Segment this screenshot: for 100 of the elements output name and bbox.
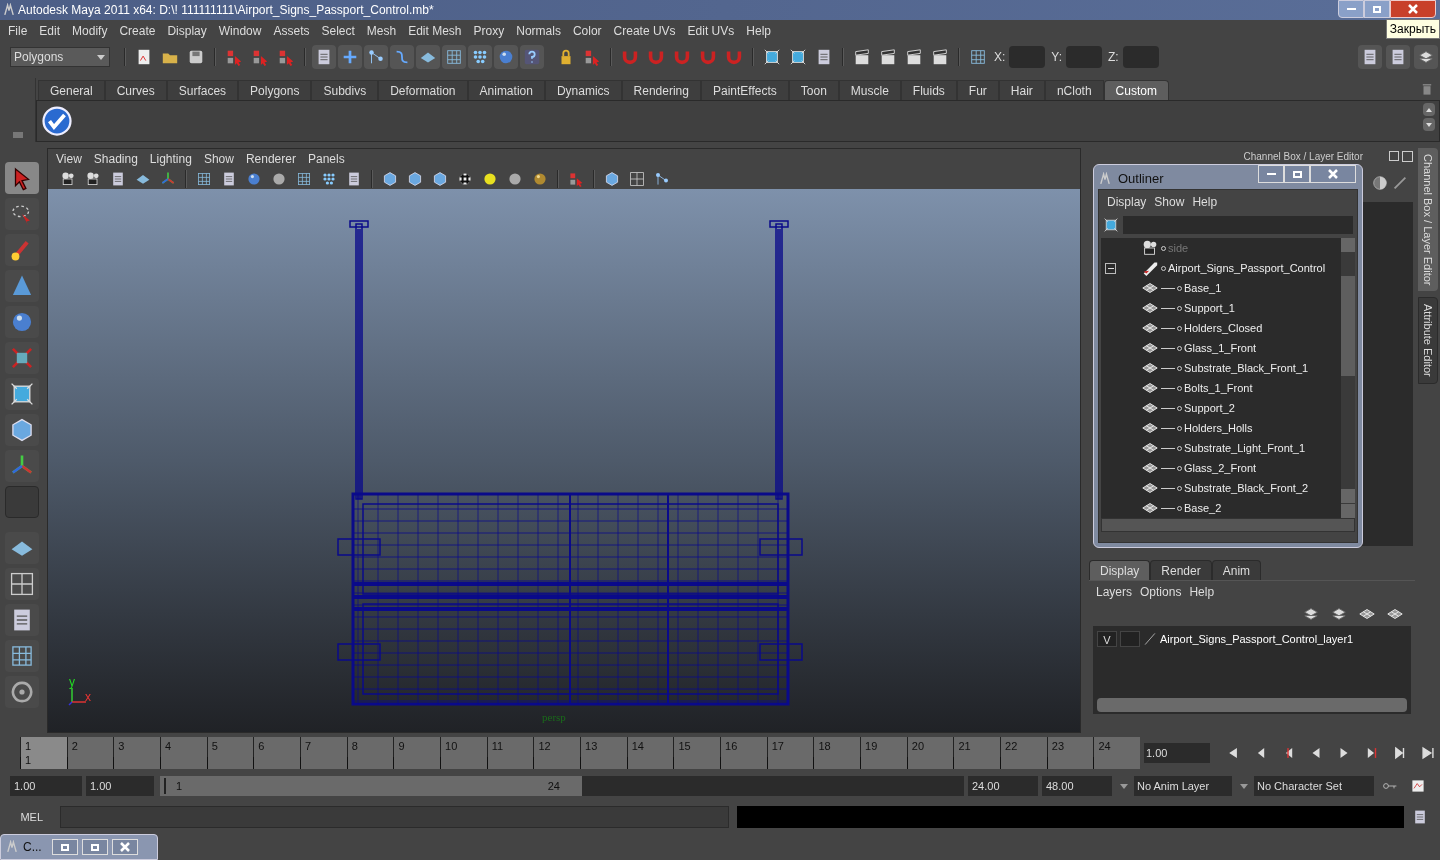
layer-editor-tab[interactable]: Display <box>1089 560 1151 580</box>
nodes-button[interactable] <box>364 45 388 69</box>
time-slider[interactable]: 1 1 2 3 4 5 6 7 8 9 10 11 12 13 14 15 16 17 18 19 20 21 22 23 24 <box>20 737 1140 769</box>
layer-name[interactable]: Airport_Signs_Passport_Control_layer1 <box>1160 630 1354 648</box>
shelf-tab[interactable]: Polygons <box>238 80 312 100</box>
sphere-button[interactable] <box>494 45 518 69</box>
minimize-button[interactable] <box>1338 0 1364 18</box>
menu-item[interactable]: Edit <box>33 22 67 40</box>
panel-menu-item[interactable]: View <box>50 150 88 168</box>
layers-button[interactable] <box>1414 45 1438 69</box>
menu-item[interactable]: Create <box>113 22 162 40</box>
menu-item[interactable]: Select <box>315 22 361 40</box>
panel-menu-item[interactable]: Lighting <box>143 150 198 168</box>
shelf-menu-handle[interactable] <box>12 132 23 138</box>
dropdown[interactable]: No Anim Layer <box>1134 776 1232 796</box>
coordinate-field[interactable] <box>1009 46 1046 68</box>
plus-button[interactable] <box>338 45 362 69</box>
mode-dropdown[interactable]: Polygons <box>10 47 110 67</box>
plane-button[interactable] <box>5 532 39 564</box>
menu-item[interactable]: Help <box>740 22 777 40</box>
time-field[interactable]: 1.00 <box>86 776 154 796</box>
close-button[interactable] <box>1390 0 1436 18</box>
menu-item[interactable]: Color <box>566 22 608 40</box>
shelf-tab[interactable]: PaintEffects <box>700 80 789 100</box>
close-button[interactable] <box>1310 165 1356 183</box>
dropdown[interactable]: No Character Set <box>1254 776 1374 796</box>
current-time-field[interactable]: 1.00 <box>1144 743 1210 763</box>
close-button[interactable] <box>111 839 138 855</box>
curve-button[interactable] <box>390 45 414 69</box>
menu-item[interactable]: Edit UVs <box>681 22 741 40</box>
frame-button[interactable] <box>5 378 39 410</box>
shelf-tab[interactable]: Fluids <box>900 80 957 100</box>
brush-button[interactable] <box>5 234 39 266</box>
panel-menu-item[interactable]: Show <box>197 150 240 168</box>
panel-menu-item[interactable]: Display <box>1103 193 1151 211</box>
menu-item[interactable]: Edit Mesh <box>402 22 468 40</box>
arrow-button[interactable] <box>5 162 39 194</box>
outliner-item[interactable]: Support_1 <box>1184 299 1235 317</box>
float-button[interactable] <box>1389 151 1399 161</box>
restore-button[interactable] <box>51 839 78 855</box>
shelf-tab[interactable]: Subdivs <box>311 80 379 100</box>
panel-menu-item[interactable]: Layers <box>1092 582 1137 601</box>
shelf-tab[interactable]: Curves <box>104 80 167 100</box>
box-button[interactable] <box>5 342 39 374</box>
grid-button[interactable] <box>442 45 466 69</box>
grid-button[interactable] <box>5 640 39 672</box>
menu-item[interactable]: File <box>2 22 34 40</box>
menu-item[interactable]: Create UVs <box>607 22 682 40</box>
menu-item[interactable]: Assets <box>267 22 316 40</box>
layer-editor-tab[interactable]: Render <box>1150 560 1212 580</box>
display-type-toggle[interactable] <box>1120 631 1140 647</box>
menu-item[interactable]: Normals <box>510 22 567 40</box>
layer-editor-tab[interactable]: Anim <box>1211 560 1262 580</box>
help-button[interactable] <box>520 45 544 69</box>
time-field[interactable]: 1.00 <box>10 776 82 796</box>
shelf-tab[interactable]: Fur <box>956 80 999 100</box>
outliner-item[interactable]: Holders_Closed <box>1184 319 1263 337</box>
maximize-button[interactable] <box>1284 165 1310 183</box>
list-button[interactable] <box>1358 45 1382 69</box>
minimized-window[interactable]: C... <box>0 834 158 860</box>
minimize-button[interactable] <box>1258 165 1284 183</box>
panel-menu-item[interactable]: Renderer <box>239 150 302 168</box>
menu-item[interactable]: Display <box>161 22 213 40</box>
command-language-label[interactable]: MEL <box>8 808 56 826</box>
panel-menu-item[interactable]: Shading <box>87 150 144 168</box>
shelf-tab[interactable]: Deformation <box>378 80 468 100</box>
filter-field[interactable] <box>1123 216 1353 234</box>
shelf-tab[interactable]: Muscle <box>838 80 901 100</box>
restore-button[interactable] <box>1364 0 1390 18</box>
outliner-item[interactable]: Base_2 <box>1184 499 1222 517</box>
shelf-scroll-up-button[interactable] <box>1423 103 1435 116</box>
lasso-button[interactable] <box>5 198 39 230</box>
coordinate-field[interactable] <box>1122 46 1159 68</box>
menu-item[interactable]: Modify <box>66 22 114 40</box>
outliner-item[interactable]: Support_2 <box>1184 399 1235 417</box>
list-button[interactable] <box>5 604 39 636</box>
menu-item[interactable]: Window <box>212 22 268 40</box>
cone-button[interactable] <box>5 270 39 302</box>
outliner-item[interactable]: Holders_Holls <box>1184 419 1253 437</box>
outliner-item[interactable]: Airport_Signs_Passport_Control <box>1168 259 1326 277</box>
shelf-tab[interactable]: nCloth <box>1044 80 1104 100</box>
shelf-tab[interactable]: Surfaces <box>166 80 239 100</box>
outliner-item[interactable]: Glass_1_Front <box>1184 339 1257 357</box>
horizontal-scrollbar[interactable] <box>1101 518 1355 532</box>
horizontal-scrollbar[interactable] <box>1097 698 1407 712</box>
command-input[interactable] <box>59 806 729 828</box>
cube-button[interactable] <box>5 414 39 446</box>
visibility-toggle[interactable]: V <box>1097 631 1117 647</box>
expand-toggle[interactable] <box>1105 262 1116 274</box>
menu-item[interactable]: Proxy <box>467 22 511 40</box>
shelf-tab[interactable]: General <box>38 80 105 100</box>
viewport[interactable]: y x persp <box>48 189 1080 732</box>
time-field[interactable]: 48.00 <box>1042 776 1112 796</box>
shelf-button[interactable] <box>41 105 73 137</box>
time-field[interactable]: 24.00 <box>968 776 1038 796</box>
dots-button[interactable] <box>468 45 492 69</box>
outliner-item[interactable]: Substrate_Black_Front_1 <box>1184 359 1309 377</box>
range-slider-bar[interactable]: 1 24 <box>160 776 582 796</box>
layout-button[interactable] <box>5 568 39 600</box>
shelf-tab[interactable]: Rendering <box>621 80 701 100</box>
